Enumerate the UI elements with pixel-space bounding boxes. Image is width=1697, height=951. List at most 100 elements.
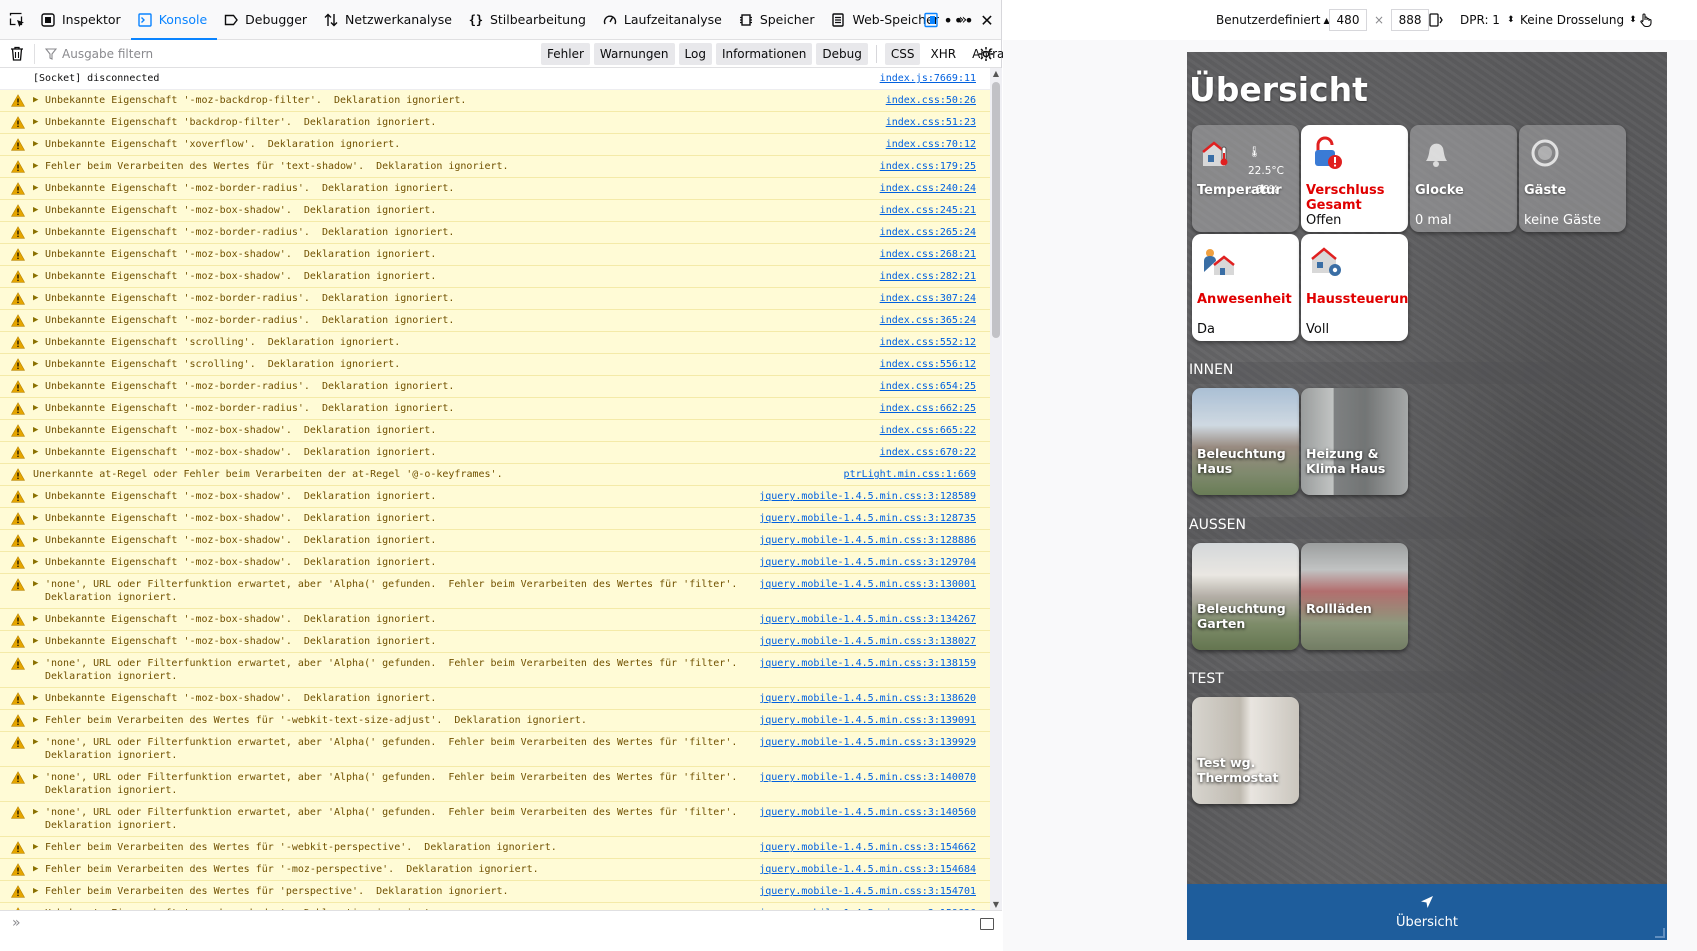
message-source-link[interactable]: index.css:365:24 — [880, 314, 976, 327]
message-source-link[interactable]: index.css:552:12 — [880, 336, 976, 349]
viewport-height-input[interactable]: 888 — [1391, 9, 1430, 31]
message-source-link[interactable]: index.css:662:25 — [880, 402, 976, 415]
message-source-link[interactable]: jquery.mobile-1.4.5.min.css:3:128589 — [759, 490, 976, 503]
dpr-selector[interactable]: DPR: 1 ⬍ — [1460, 0, 1514, 40]
expand-triangle-icon[interactable]: ▶ — [33, 534, 38, 547]
expand-triangle-icon[interactable]: ▶ — [33, 248, 38, 261]
scrollbar-thumb[interactable] — [992, 82, 1000, 338]
tab-memory[interactable]: Speicher — [732, 0, 825, 40]
expand-triangle-icon[interactable]: ▶ — [33, 885, 38, 898]
expand-triangle-icon[interactable]: ▶ — [33, 863, 38, 876]
responsive-design-mode-button[interactable] — [917, 0, 945, 40]
filter-button-log[interactable]: Log — [678, 43, 712, 65]
message-source-link[interactable]: index.js:7669:11 — [880, 72, 976, 85]
expand-triangle-icon[interactable]: ▶ — [33, 446, 38, 459]
expand-triangle-icon[interactable]: ▶ — [33, 314, 38, 327]
rotate-viewport-button[interactable] — [1428, 0, 1444, 40]
message-source-link[interactable]: jquery.mobile-1.4.5.min.css:3:140560 — [759, 806, 976, 819]
tile-temperatur[interactable]: Temperatur 🌡︎ 22.5°C 💧︎ 66% — [1192, 125, 1299, 232]
expand-triangle-icon[interactable]: ▶ — [33, 160, 38, 173]
expand-triangle-icon[interactable]: ▶ — [33, 358, 38, 371]
touch-simulation-button[interactable] — [1638, 0, 1654, 40]
message-source-link[interactable]: index.css:670:22 — [880, 446, 976, 459]
element-picker-button[interactable] — [0, 0, 34, 40]
expand-triangle-icon[interactable]: ▶ — [33, 512, 38, 525]
expand-triangle-icon[interactable]: ▶ — [33, 806, 38, 819]
message-source-link[interactable]: jquery.mobile-1.4.5.min.css:3:130001 — [759, 578, 976, 591]
tab-debugger[interactable]: Debugger — [217, 0, 317, 40]
expand-triangle-icon[interactable]: ▶ — [33, 226, 38, 239]
message-source-link[interactable]: index.css:51:23 — [886, 116, 976, 129]
tile-haussteuerung[interactable]: Haussteuerung Voll — [1301, 234, 1408, 341]
expand-triangle-icon[interactable]: ▶ — [33, 841, 38, 854]
tab-network[interactable]: Netzwerkanalyse — [317, 0, 462, 40]
filter-button-debug[interactable]: Debug — [816, 43, 868, 65]
close-icon[interactable]: ✕ — [973, 0, 1001, 40]
expand-triangle-icon[interactable]: ▶ — [33, 635, 38, 648]
message-source-link[interactable]: index.css:556:12 — [880, 358, 976, 371]
tile-anwesenheit[interactable]: Anwesenheit Da — [1192, 234, 1299, 341]
tile-beleuchtung-haus[interactable]: Beleuchtung Haus — [1192, 388, 1299, 495]
message-source-link[interactable]: index.css:240:24 — [880, 182, 976, 195]
console-input[interactable]: » — [0, 910, 1002, 951]
tab-inspector[interactable]: Inspektor — [34, 0, 131, 40]
tab-style-editor[interactable]: {} Stilbearbeitung — [462, 0, 596, 40]
message-source-link[interactable]: jquery.mobile-1.4.5.min.css:3:140070 — [759, 771, 976, 784]
message-source-link[interactable]: jquery.mobile-1.4.5.min.css:3:128735 — [759, 512, 976, 525]
tile-beleuchtung-garten[interactable]: Beleuchtung Garten — [1192, 543, 1299, 650]
message-source-link[interactable]: index.css:654:25 — [880, 380, 976, 393]
expand-triangle-icon[interactable]: ▶ — [33, 402, 38, 415]
tab-performance[interactable]: Laufzeitanalyse — [596, 0, 732, 40]
message-source-link[interactable]: jquery.mobile-1.4.5.min.css:3:138620 — [759, 692, 976, 705]
expand-triangle-icon[interactable]: ▶ — [33, 380, 38, 393]
tile-gäste[interactable]: Gäste keine Gäste — [1519, 125, 1626, 232]
expand-triangle-icon[interactable]: ▶ — [33, 556, 38, 569]
expand-triangle-icon[interactable]: ▶ — [33, 771, 38, 784]
console-scrollbar[interactable]: ▲ ▼ — [990, 68, 1002, 910]
tile-test-wg-thermostat[interactable]: Test wg. Thermostat — [1192, 697, 1299, 804]
device-selector[interactable]: Benutzerdefiniert ▲ — [1216, 0, 1330, 40]
message-source-link[interactable]: ptrLight.min.css:1:669 — [844, 468, 976, 481]
expand-triangle-icon[interactable]: ▶ — [33, 292, 38, 305]
expand-triangle-icon[interactable]: ▶ — [33, 336, 38, 349]
expand-triangle-icon[interactable]: ▶ — [33, 204, 38, 217]
filter-button-informationen[interactable]: Informationen — [715, 43, 813, 65]
expand-triangle-icon[interactable]: ▶ — [33, 116, 38, 129]
expand-triangle-icon[interactable]: ▶ — [33, 182, 38, 195]
expand-triangle-icon[interactable]: ▶ — [33, 578, 38, 591]
filter-button-fehler[interactable]: Fehler — [541, 43, 590, 65]
expand-triangle-icon[interactable]: ▶ — [33, 613, 38, 626]
message-source-link[interactable]: jquery.mobile-1.4.5.min.css:3:154701 — [759, 885, 976, 898]
expand-triangle-icon[interactable]: ▶ — [33, 270, 38, 283]
message-source-link[interactable]: jquery.mobile-1.4.5.min.css:3:134267 — [759, 613, 976, 626]
tile-rollläden[interactable]: Rollläden — [1301, 543, 1408, 650]
expand-triangle-icon[interactable]: ▶ — [33, 424, 38, 437]
clear-console-button[interactable] — [0, 40, 34, 68]
navbar-tab-overview[interactable]: Übersicht — [1187, 884, 1667, 940]
filter-button-xhr[interactable]: XHR — [924, 43, 962, 65]
message-source-link[interactable]: index.css:245:21 — [880, 204, 976, 217]
filter-button-warnungen[interactable]: Warnungen — [593, 43, 675, 65]
editor-mode-icon[interactable] — [980, 918, 994, 930]
filter-button-css[interactable]: CSS — [884, 43, 921, 65]
message-source-link[interactable]: jquery.mobile-1.4.5.min.css:3:139091 — [759, 714, 976, 727]
message-source-link[interactable]: jquery.mobile-1.4.5.min.css:3:154662 — [759, 841, 976, 854]
message-source-link[interactable]: jquery.mobile-1.4.5.min.css:3:138027 — [759, 635, 976, 648]
message-source-link[interactable]: jquery.mobile-1.4.5.min.css:3:129704 — [759, 556, 976, 569]
more-options-icon[interactable]: ••• — [943, 0, 973, 40]
resize-handle-icon[interactable] — [1655, 928, 1665, 938]
expand-triangle-icon[interactable]: ▶ — [33, 94, 38, 107]
message-source-link[interactable]: index.css:268:21 — [880, 248, 976, 261]
expand-triangle-icon[interactable]: ▶ — [33, 490, 38, 503]
message-source-link[interactable]: index.css:70:12 — [886, 138, 976, 151]
expand-triangle-icon[interactable]: ▶ — [33, 714, 38, 727]
tile-glocke[interactable]: Glocke 0 mal — [1410, 125, 1517, 232]
scroll-down-icon[interactable]: ▼ — [990, 900, 1002, 909]
viewport-width-input[interactable]: 480 — [1329, 9, 1367, 31]
scroll-up-icon[interactable]: ▲ — [990, 69, 1002, 78]
message-source-link[interactable]: index.css:265:24 — [880, 226, 976, 239]
expand-triangle-icon[interactable]: ▶ — [33, 692, 38, 705]
message-source-link[interactable]: index.css:665:22 — [880, 424, 976, 437]
message-source-link[interactable]: index.css:50:26 — [886, 94, 976, 107]
message-source-link[interactable]: jquery.mobile-1.4.5.min.css:3:154684 — [759, 863, 976, 876]
